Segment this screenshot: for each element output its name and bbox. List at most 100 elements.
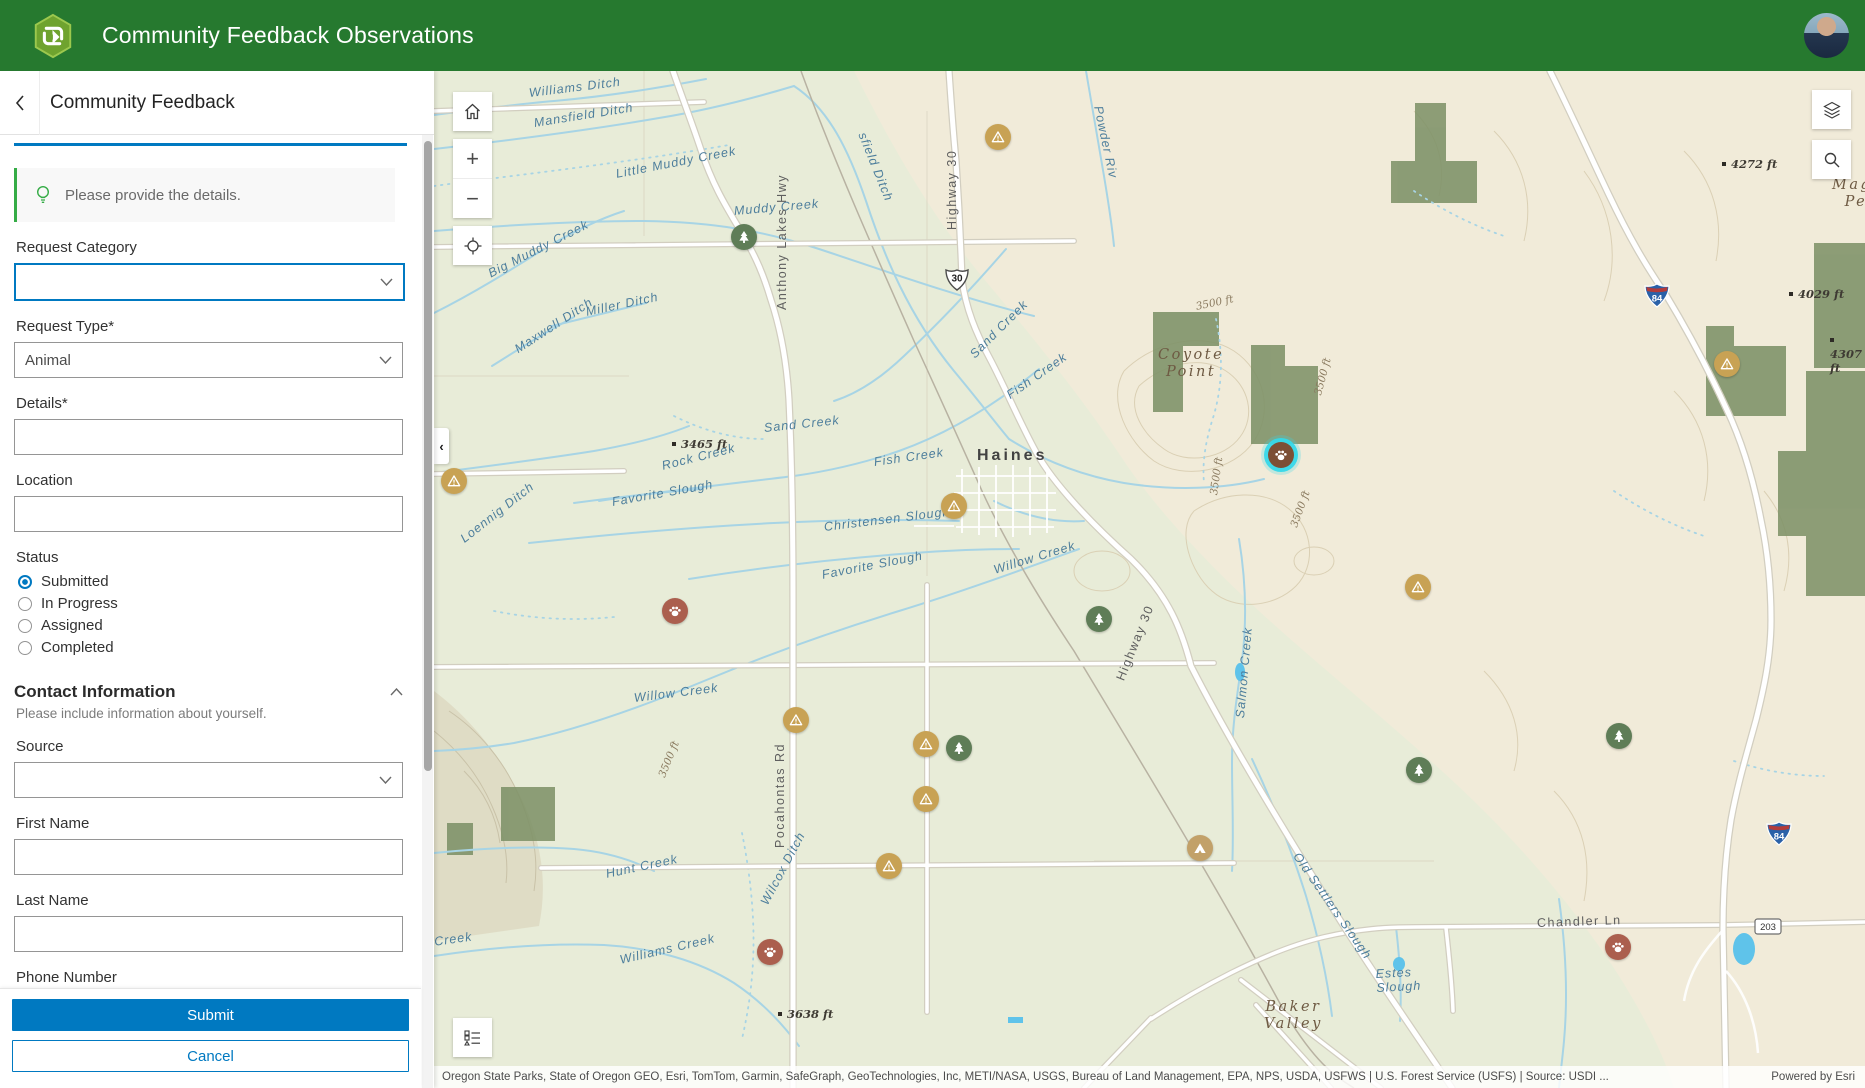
attribution-sources: Oregon State Parks, State of Oregon GEO,… bbox=[442, 1071, 1609, 1083]
zoom-control: + − bbox=[453, 139, 492, 218]
chevron-down-icon bbox=[380, 278, 393, 286]
cancel-button[interactable]: Cancel bbox=[12, 1040, 409, 1072]
status-option-label: Submitted bbox=[41, 573, 109, 590]
status-radio-group: Submitted In Progress Assigned Completed bbox=[14, 573, 421, 656]
tree-marker[interactable] bbox=[1406, 757, 1432, 783]
app-header: Community Feedback Observations bbox=[0, 0, 1865, 71]
warning-icon bbox=[919, 793, 933, 805]
warning-marker[interactable] bbox=[1714, 351, 1740, 377]
tree-icon bbox=[954, 742, 964, 754]
warning-marker[interactable] bbox=[941, 493, 967, 519]
request-category-label: Request Category bbox=[16, 239, 137, 256]
tree-marker[interactable] bbox=[731, 224, 757, 250]
warning-icon bbox=[447, 475, 461, 487]
active-tab-indicator bbox=[14, 143, 407, 146]
hint-notice: Please provide the details. bbox=[14, 168, 395, 222]
chevron-left-icon bbox=[15, 94, 24, 111]
request-type-value: Animal bbox=[25, 351, 71, 369]
paw-icon bbox=[1275, 450, 1287, 461]
form-scroll-area: Please provide the details. Request Cate… bbox=[0, 135, 421, 992]
sidebar-scrollbar-thumb[interactable] bbox=[423, 141, 432, 771]
tree-icon bbox=[1414, 764, 1424, 776]
tree-marker[interactable] bbox=[946, 735, 972, 761]
request-category-select[interactable] bbox=[14, 263, 405, 301]
search-icon bbox=[1824, 152, 1839, 167]
hint-text: Please provide the details. bbox=[65, 186, 241, 204]
status-option-label: Completed bbox=[41, 639, 114, 656]
powered-by-esri: Powered by Esri bbox=[1771, 1071, 1855, 1083]
warning-icon bbox=[789, 714, 803, 726]
last-name-input[interactable] bbox=[14, 916, 403, 952]
warning-marker[interactable] bbox=[913, 731, 939, 757]
back-button[interactable] bbox=[0, 70, 40, 135]
locate-icon bbox=[464, 237, 481, 254]
status-label: Status bbox=[16, 549, 59, 566]
map-attribution: Oregon State Parks, State of Oregon GEO,… bbox=[434, 1066, 1865, 1088]
panel-header: Community Feedback bbox=[0, 70, 434, 135]
panel-collapse-tab[interactable]: ‹ bbox=[434, 428, 449, 464]
status-option-label: In Progress bbox=[41, 595, 118, 612]
status-option[interactable]: Completed bbox=[18, 639, 421, 656]
layers-button[interactable] bbox=[1812, 90, 1851, 129]
paw-marker[interactable] bbox=[662, 598, 688, 624]
tree-marker[interactable] bbox=[1606, 723, 1632, 749]
paw-icon bbox=[669, 606, 681, 617]
paw-icon bbox=[764, 947, 776, 958]
warning-marker[interactable] bbox=[1405, 574, 1431, 600]
paw-marker-selected[interactable] bbox=[1268, 442, 1294, 468]
sidebar-scrollbar[interactable] bbox=[422, 135, 433, 1088]
radio-icon[interactable] bbox=[18, 596, 32, 611]
chevron-down-icon bbox=[379, 776, 392, 784]
legend-button[interactable] bbox=[453, 1018, 492, 1057]
warning-marker[interactable] bbox=[876, 853, 902, 879]
user-avatar[interactable] bbox=[1804, 13, 1849, 58]
paw-marker[interactable] bbox=[1605, 934, 1631, 960]
contact-subheading: Please include information about yoursel… bbox=[16, 706, 267, 721]
locate-button[interactable] bbox=[453, 226, 492, 265]
source-select[interactable] bbox=[14, 762, 403, 798]
feedback-panel: Community Feedback Please provide the de… bbox=[0, 70, 434, 1088]
warning-marker[interactable] bbox=[441, 468, 467, 494]
paw-marker[interactable] bbox=[757, 939, 783, 965]
details-input[interactable] bbox=[14, 419, 403, 455]
status-option[interactable]: Assigned bbox=[18, 617, 421, 634]
details-label: Details* bbox=[16, 395, 68, 412]
form-footer: Submit Cancel bbox=[0, 988, 421, 1088]
request-type-select[interactable]: Animal bbox=[14, 342, 403, 378]
status-option[interactable]: In Progress bbox=[18, 595, 421, 612]
lightbulb-icon bbox=[36, 185, 50, 203]
home-icon bbox=[465, 103, 480, 120]
submit-button[interactable]: Submit bbox=[12, 999, 409, 1031]
map-canvas[interactable]: Williams Ditch Mansfield Ditch sfield Ditc… bbox=[434, 71, 1865, 1088]
first-name-input[interactable] bbox=[14, 839, 403, 875]
location-input[interactable] bbox=[14, 496, 403, 532]
radio-icon[interactable] bbox=[18, 640, 32, 655]
panel-title: Community Feedback bbox=[50, 91, 235, 113]
warning-icon bbox=[1720, 358, 1734, 370]
radio-icon[interactable] bbox=[18, 618, 32, 633]
search-button[interactable] bbox=[1812, 140, 1851, 179]
tree-icon bbox=[1094, 613, 1104, 625]
contact-heading: Contact Information bbox=[14, 682, 176, 701]
app-title: Community Feedback Observations bbox=[102, 22, 474, 48]
warning-icon bbox=[882, 860, 896, 872]
status-option-label: Assigned bbox=[41, 617, 103, 634]
warning-marker[interactable] bbox=[985, 124, 1011, 150]
first-name-label: First Name bbox=[16, 815, 90, 832]
legend-icon bbox=[464, 1030, 480, 1046]
layers-icon bbox=[1822, 101, 1841, 119]
zoom-in-button[interactable]: + bbox=[453, 139, 492, 179]
warning-marker[interactable] bbox=[783, 707, 809, 733]
warning-icon bbox=[991, 131, 1005, 143]
radio-icon[interactable] bbox=[18, 574, 32, 589]
contact-section-header[interactable]: Contact Information bbox=[14, 682, 403, 702]
tree-icon bbox=[739, 231, 749, 243]
warning-marker[interactable] bbox=[913, 786, 939, 812]
warning-icon bbox=[1411, 581, 1425, 593]
request-type-label: Request Type* bbox=[16, 318, 115, 335]
status-option[interactable]: Submitted bbox=[18, 573, 421, 590]
campground-marker[interactable] bbox=[1187, 835, 1213, 861]
home-button[interactable] bbox=[453, 92, 492, 131]
zoom-out-button[interactable]: − bbox=[453, 179, 492, 218]
tree-marker[interactable] bbox=[1086, 606, 1112, 632]
